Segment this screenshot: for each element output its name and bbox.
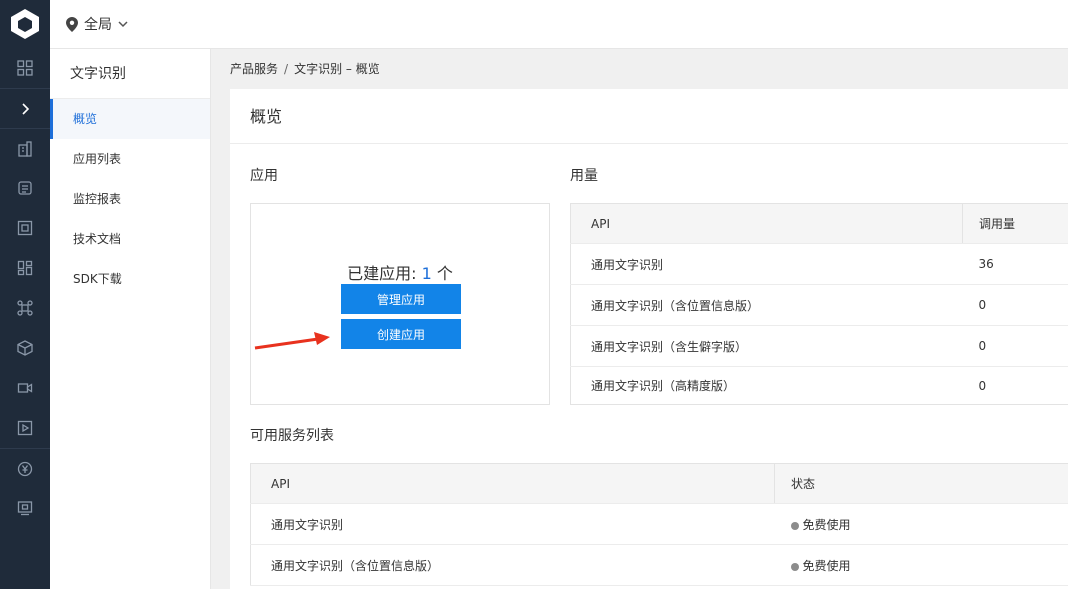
rail-item-billing[interactable] bbox=[0, 448, 50, 488]
sidebar-item-overview[interactable]: 概览 bbox=[50, 99, 210, 139]
service-status: 免费使用 bbox=[774, 544, 1068, 586]
usage-section-title: 用量 bbox=[570, 168, 598, 184]
usage-api-name: 通用文字识别（含生僻字版） bbox=[570, 325, 963, 367]
monitor-icon bbox=[17, 501, 33, 516]
rail-item-network[interactable] bbox=[0, 288, 50, 328]
apps-card: 已建应用: 1 个 管理应用 创建应用 bbox=[250, 203, 550, 405]
top-bar: 全局 bbox=[50, 0, 1068, 49]
table-header-row: API 状态 bbox=[250, 463, 1068, 504]
usage-header-api: API bbox=[570, 203, 963, 244]
status-dot-icon bbox=[790, 562, 799, 571]
sidebar-item-monitoring[interactable]: 监控报表 bbox=[50, 179, 210, 219]
building-icon bbox=[18, 140, 32, 157]
usage-api-name: 通用文字识别 bbox=[570, 243, 963, 285]
logo[interactable] bbox=[0, 0, 50, 48]
rail-item-frame[interactable] bbox=[0, 208, 50, 248]
grid-icon bbox=[17, 60, 33, 76]
annotation-arrow-icon bbox=[254, 332, 330, 350]
status-dot-icon bbox=[790, 521, 799, 530]
page-title: 概览 bbox=[230, 89, 1068, 144]
video-icon bbox=[17, 383, 33, 393]
create-app-button[interactable]: 创建应用 bbox=[341, 319, 461, 349]
table-row: 通用文字识别（含位置信息版） 0 bbox=[570, 284, 1068, 326]
region-label: 全局 bbox=[84, 17, 112, 33]
usage-api-name: 通用文字识别（高精度版） bbox=[591, 379, 736, 393]
rail-item-layout[interactable] bbox=[0, 248, 50, 288]
play-icon bbox=[17, 420, 33, 436]
dashboard-icon bbox=[17, 260, 33, 276]
breadcrumb: 产品服务 / 文字识别 – 概览 bbox=[211, 49, 1068, 89]
breadcrumb-current: 文字识别 – 概览 bbox=[294, 62, 380, 76]
table-row: 通用文字识别（高精度版） 0 bbox=[571, 367, 1068, 405]
table-row: 通用文字识别（含位置信息版） 免费使用 bbox=[250, 544, 1068, 586]
table-row: 通用文字识别（含生僻字版） 0 bbox=[570, 325, 1068, 367]
main-panel: 概览 应用 用量 已建应用: 1 个 管理应用 创建应用 API 调用量 通用文… bbox=[230, 89, 1068, 589]
services-header-api: API bbox=[250, 463, 775, 504]
region-selector[interactable]: 全局 bbox=[66, 14, 128, 34]
sidebar-item-docs[interactable]: 技术文档 bbox=[50, 219, 210, 259]
table-row: 通用文字识别 免费使用 bbox=[250, 503, 1068, 545]
usage-api-name: 通用文字识别（含位置信息版） bbox=[570, 284, 963, 326]
location-pin-icon bbox=[66, 16, 78, 32]
cube-logo-icon bbox=[11, 9, 39, 39]
rail-item-dashboard[interactable] bbox=[0, 48, 50, 88]
usage-call-count: 0 bbox=[978, 378, 987, 393]
rail-item-building[interactable] bbox=[0, 128, 50, 168]
app-count-unit: 个 bbox=[431, 264, 453, 283]
table-row: 通用文字识别 36 bbox=[570, 243, 1068, 285]
sidebar-item-app-list[interactable]: 应用列表 bbox=[50, 139, 210, 179]
services-header-status: 状态 bbox=[774, 463, 1068, 504]
sidebar-item-sdk-download[interactable]: SDK下载 bbox=[50, 259, 210, 299]
icon-rail bbox=[0, 0, 50, 589]
database-icon bbox=[18, 181, 32, 195]
usage-call-count: 0 bbox=[962, 325, 1068, 367]
sidebar-title: 文字识别 bbox=[50, 49, 210, 99]
apps-section-title: 应用 bbox=[250, 168, 278, 184]
chevron-right-icon bbox=[22, 102, 30, 115]
manage-apps-button[interactable]: 管理应用 bbox=[341, 284, 461, 314]
app-count-number: 1 bbox=[421, 264, 432, 283]
chevron-down-icon bbox=[118, 21, 128, 28]
yen-icon bbox=[17, 461, 33, 476]
rail-item-database[interactable] bbox=[0, 168, 50, 208]
table-header-row: API 调用量 bbox=[570, 203, 1068, 244]
network-icon bbox=[17, 300, 33, 316]
app-count-prefix: 已建应用: bbox=[347, 264, 422, 283]
cube-icon bbox=[17, 340, 33, 356]
rail-item-video[interactable] bbox=[0, 368, 50, 408]
breadcrumb-parent[interactable]: 产品服务 bbox=[230, 62, 278, 76]
usage-header-calls: 调用量 bbox=[962, 203, 1068, 244]
service-status-label: 免费使用 bbox=[802, 558, 851, 573]
usage-call-count: 36 bbox=[962, 243, 1068, 285]
services-section-title: 可用服务列表 bbox=[250, 428, 334, 444]
rail-item-media[interactable] bbox=[0, 408, 50, 448]
service-status: 免费使用 bbox=[774, 503, 1068, 545]
service-api-name: 通用文字识别（含位置信息版） bbox=[250, 544, 775, 586]
service-api-name: 通用文字识别 bbox=[250, 503, 775, 545]
rail-item-expand[interactable] bbox=[0, 88, 50, 128]
app-count-text: 已建应用: 1 个 bbox=[251, 260, 549, 284]
usage-call-count: 0 bbox=[962, 284, 1068, 326]
rail-item-cube[interactable] bbox=[0, 328, 50, 368]
breadcrumb-separator: / bbox=[284, 62, 289, 76]
service-status-label: 免费使用 bbox=[802, 517, 851, 532]
product-sidebar: 文字识别 概览 应用列表 监控报表 技术文档 SDK下载 bbox=[50, 49, 211, 589]
rail-item-console[interactable] bbox=[0, 488, 50, 528]
services-table: API 状态 通用文字识别 免费使用 通用文字识别（含位置信息版） 免费使用 bbox=[250, 463, 1068, 586]
frame-icon bbox=[17, 220, 33, 236]
usage-table: API 调用量 通用文字识别 36 通用文字识别（含位置信息版） 0 通用文字识… bbox=[570, 203, 1068, 405]
